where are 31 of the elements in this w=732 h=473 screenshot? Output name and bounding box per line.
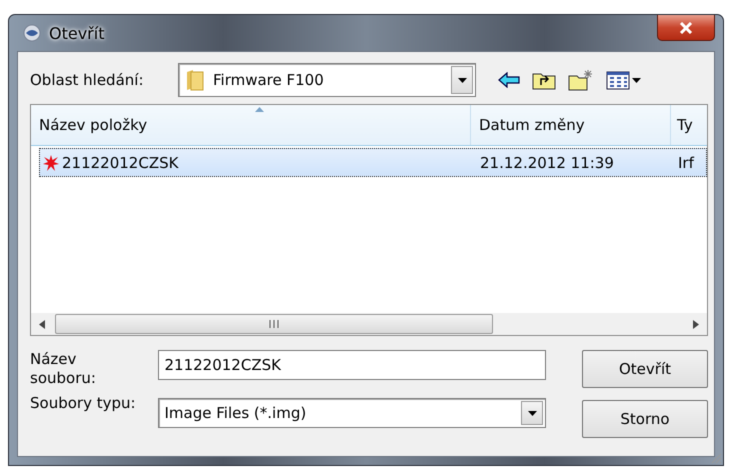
file-type-label: Soubory typu: <box>30 394 137 412</box>
column-header[interactable]: Datum změny <box>471 105 671 145</box>
scroll-left-icon[interactable] <box>39 320 45 328</box>
resize-grip-icon[interactable] <box>710 452 722 464</box>
grip-icon <box>269 320 279 328</box>
window-title: Otevřít <box>49 24 104 42</box>
close-button[interactable] <box>657 15 715 41</box>
view-menu-icon[interactable] <box>606 70 642 90</box>
column-header[interactable]: Název položky <box>31 105 471 145</box>
file-type-dropdown[interactable]: Image Files (*.img) <box>158 398 546 428</box>
look-in-dropdown[interactable]: Firmware F100 <box>178 63 476 97</box>
look-in-value: Firmware F100 <box>213 71 324 89</box>
splat-icon <box>42 154 60 172</box>
column-header[interactable]: Ty <box>671 105 707 145</box>
date-cell-text: 21.12.2012 11:39 <box>479 152 615 174</box>
new-folder-icon[interactable] <box>568 69 594 91</box>
dialog-button[interactable]: Storno <box>582 400 708 438</box>
file-name-label: Název souboru: <box>30 350 97 388</box>
folder-icon <box>185 68 205 92</box>
scroll-right-icon[interactable] <box>693 320 699 328</box>
sort-arrow-icon <box>255 107 264 112</box>
file-row[interactable]: 21122012CZSK 21.12.2012 11:39 Irf <box>39 148 707 177</box>
file-name-field[interactable]: 21122012CZSK <box>158 350 546 380</box>
app-icon <box>23 24 41 42</box>
file-name: 21122012CZSK <box>62 154 178 172</box>
look-in-label: Oblast hledání: <box>30 71 144 89</box>
file-type-value: Image Files (*.img) <box>164 404 306 422</box>
dialog-button[interactable]: Otevřít <box>582 350 708 388</box>
close-icon <box>679 22 693 34</box>
table-cell-text: Irf <box>677 152 696 174</box>
back-arrow-icon[interactable] <box>498 72 520 88</box>
